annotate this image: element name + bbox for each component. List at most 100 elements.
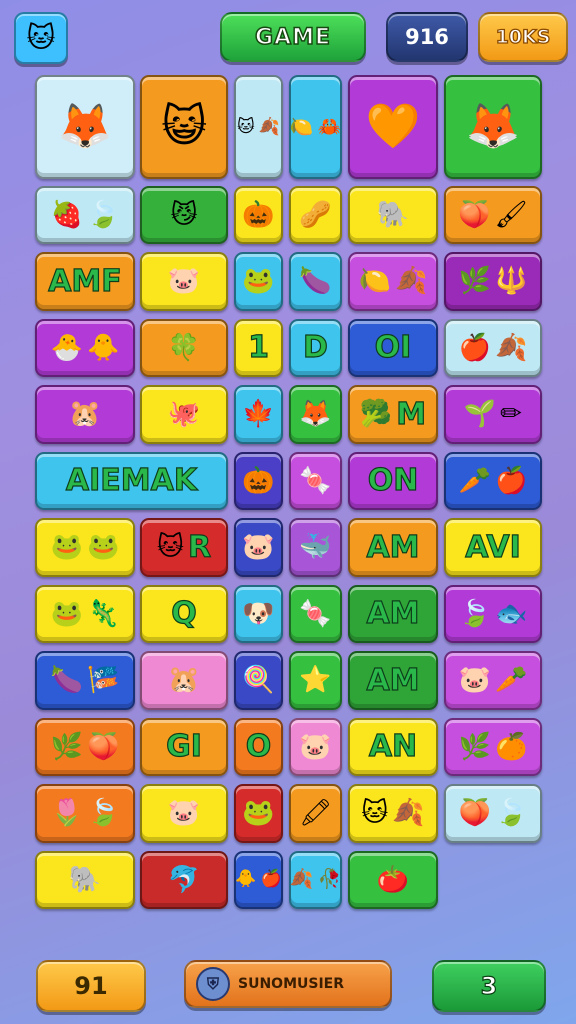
tile-icon: 🦀 [317,115,342,138]
game-tile[interactable]: O [234,717,283,776]
tile-icon: 🎃 [242,199,275,230]
game-tile[interactable]: 🍬 [289,584,342,643]
game-tile[interactable]: 🍋 🍂 [348,252,438,311]
game-tile[interactable]: AVI [444,518,542,577]
game-tile[interactable]: 🧡 [348,75,438,179]
game-tile[interactable]: 🍁 [234,385,283,444]
game-tile[interactable]: 🎃 [234,185,283,244]
game-tile[interactable]: 🐘 [35,850,135,909]
game-tile[interactable]: 🌿 🍑 [35,717,135,776]
game-tile[interactable]: 🍋 🦀 [289,75,342,179]
game-tile[interactable]: 🍎 🍂 [444,318,542,377]
game-tile[interactable]: GI [140,717,228,776]
game-tile[interactable]: 🍭 [234,651,283,710]
game-tile[interactable]: 🍬 [289,451,342,510]
tile-icon: 🐸 [50,598,83,629]
game-tile[interactable]: 🐥 🍎 [234,850,283,909]
tile-icon: ✏ [500,399,523,430]
game-tile[interactable]: 🦊 [444,75,542,179]
game-tile[interactable]: 🐶 [234,584,283,643]
tile-icon: 🥕 [495,665,528,696]
tile-icon: ⭐ [299,665,332,696]
tile-icon: 🍀 [167,332,201,363]
game-tile[interactable]: 🍓 🍃 [35,185,135,244]
game-tile[interactable]: 🐱 🍂 [348,784,438,843]
tile-icon: 🍑 [458,199,491,230]
tile-label: GI [165,729,202,765]
tile-icon: 🐱 [361,798,389,829]
booster-button[interactable]: ⛨ SUNOMUSIER [184,960,392,1008]
game-button[interactable]: GAME [220,12,366,62]
tile-label: AN [368,729,418,765]
game-tile[interactable]: 🐹 [35,385,135,444]
game-tile[interactable]: 🍆 🎏 [35,651,135,710]
tile-icon: 🐥 [235,869,257,890]
game-tile[interactable]: ON [348,451,438,510]
game-tile[interactable]: 🐸 🐸 [35,518,135,577]
game-tile[interactable]: 🍂 🥀 [289,850,342,909]
game-tile[interactable]: 🍃 🐟 [444,584,542,643]
game-tile[interactable]: 🐸 🦎 [35,584,135,643]
game-tile[interactable]: 🐱 🍂 [234,75,283,179]
game-tile[interactable]: 🌿 🍊 [444,717,542,776]
game-tile[interactable]: 🍆 [289,252,342,311]
tile-icon: 🍂 [395,266,428,297]
game-tile[interactable]: 🐙 [140,385,228,444]
tile-label: AM [366,596,420,632]
tile-icon: 🍁 [242,399,275,430]
game-tile[interactable]: 🥕 🍎 [444,451,542,510]
game-tile[interactable]: 🐷 [234,518,283,577]
game-tile[interactable]: 🐷 [140,252,228,311]
game-tile[interactable]: 🐸 [234,784,283,843]
tile-icon: 🐟 [495,598,528,629]
game-tile[interactable]: 🍅 [348,850,438,909]
tile-icon: 🍃 [87,798,120,829]
game-tile[interactable]: AM [348,584,438,643]
game-tile[interactable]: 🍀 [140,318,228,377]
game-tile[interactable]: AN [348,717,438,776]
game-tile[interactable]: 🍑 🍃 [444,784,542,843]
game-tile[interactable]: 🌷 🍃 [35,784,135,843]
game-tile[interactable]: 😼 [140,185,228,244]
game-tile[interactable]: 🦊 [289,385,342,444]
game-tile[interactable]: 🐳 [289,518,342,577]
tile-icon: 🍃 [87,199,120,230]
game-tile[interactable]: 🌱 ✏ [444,385,542,444]
game-tile[interactable]: 🐣 🐥 [35,318,135,377]
game-tile[interactable]: 🌿 🔱 [444,252,542,311]
tile-icon: 🐹 [167,665,201,696]
game-tile[interactable]: 🐘 [348,185,438,244]
tile-icon: 🍊 [495,731,528,762]
coins-display[interactable]: 10KS [478,12,568,62]
game-tile[interactable]: 🐹 [140,651,228,710]
game-tile[interactable]: 🐷 [140,784,228,843]
game-tile[interactable]: ⭐ [289,651,342,710]
game-tile[interactable]: 🐸 [234,252,283,311]
game-tile[interactable]: 🦊 [35,75,135,179]
game-tile[interactable]: 🥜 [289,185,342,244]
game-tile[interactable]: 🐬 [140,850,228,909]
tile-label: AIEMAK [65,463,198,499]
game-tile[interactable]: 😺 [140,75,228,179]
tile-icon: 🍂 [258,116,280,137]
game-tile[interactable]: 🐱 R [140,518,228,577]
tile-icon: 🐷 [458,665,491,696]
avatar[interactable]: 🐱 [14,12,68,64]
game-tile[interactable]: AM [348,518,438,577]
game-tile[interactable]: AM [348,651,438,710]
game-tile[interactable]: D [289,318,342,377]
game-tile[interactable]: 🎃 [234,451,283,510]
game-tile[interactable]: AMF [35,252,135,311]
game-tile[interactable]: 🐷 🥕 [444,651,542,710]
game-tile[interactable]: Q [140,584,228,643]
game-tile[interactable]: AIEMAK [35,451,228,510]
game-tile[interactable]: 🥦 M [348,385,438,444]
level-indicator: 3 [432,960,546,1012]
game-tile[interactable]: OI [348,318,438,377]
game-tile[interactable]: 🐷 [289,717,342,776]
tile-icon: 🐹 [68,399,102,430]
tile-icon: 🍋 [358,266,391,297]
game-tile[interactable]: 1 [234,318,283,377]
game-tile[interactable]: 🍑 🖌 [444,185,542,244]
game-tile[interactable]: 🖍 [289,784,342,843]
